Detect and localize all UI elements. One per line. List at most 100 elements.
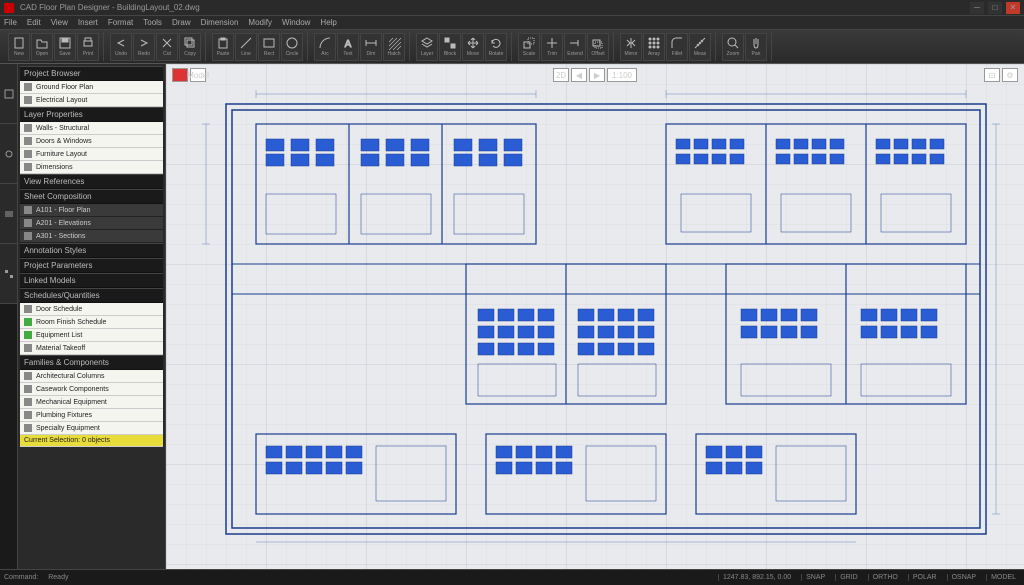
panel-header[interactable]: Schedules/Quantities <box>20 288 163 303</box>
status-grid-toggle[interactable]: GRID <box>835 574 862 581</box>
canvas-record-button[interactable] <box>172 68 188 82</box>
menu-format[interactable]: Format <box>108 18 133 27</box>
sidebar-tab-project[interactable] <box>0 64 17 124</box>
fillet-button[interactable]: Fillet <box>666 33 688 61</box>
menu-view[interactable]: View <box>51 18 68 27</box>
panel-item-label: Electrical Layout <box>36 97 87 104</box>
circle-button[interactable]: Circle <box>281 33 303 61</box>
panel-header[interactable]: Linked Models <box>20 273 163 288</box>
trim-button[interactable]: Trim <box>541 33 563 61</box>
panel-item[interactable]: Walls - Structural <box>20 122 163 135</box>
new-button[interactable]: New <box>8 33 30 61</box>
extend-button[interactable]: Extend <box>564 33 586 61</box>
panel-item[interactable]: Door Schedule <box>20 303 163 316</box>
zoom-button[interactable]: Zoom <box>722 33 744 61</box>
panel-item[interactable]: Dimensions <box>20 161 163 174</box>
array-button[interactable]: Array <box>643 33 665 61</box>
text-button[interactable]: AText <box>337 33 359 61</box>
status-ortho-toggle[interactable]: ORTHO <box>868 574 902 581</box>
maximize-button[interactable]: □ <box>988 2 1002 14</box>
panel-item[interactable]: Electrical Layout <box>20 94 163 107</box>
canvas-scale[interactable]: 1:100 <box>607 68 637 82</box>
status-snap-toggle[interactable]: SNAP <box>801 574 829 581</box>
status-command-label: Command: <box>4 574 38 581</box>
menu-dimension[interactable]: Dimension <box>201 18 239 27</box>
panel-item[interactable]: Doors & Windows <box>20 135 163 148</box>
minimize-button[interactable]: ─ <box>970 2 984 14</box>
open-button[interactable]: Open <box>31 33 53 61</box>
rotate-button[interactable]: Rotate <box>485 33 507 61</box>
panel-item[interactable]: Material Takeoff <box>20 342 163 355</box>
menu-file[interactable]: File <box>4 18 17 27</box>
panel-item[interactable]: Specialty Equipment <box>20 422 163 435</box>
hatch-button[interactable]: Hatch <box>383 33 405 61</box>
line-button[interactable]: Line <box>235 33 257 61</box>
pan-button[interactable]: Pan <box>745 33 767 61</box>
dim-icon <box>364 36 378 50</box>
panel-item[interactable]: Room Finish Schedule <box>20 316 163 329</box>
menu-modify[interactable]: Modify <box>248 18 272 27</box>
zoom-icon <box>726 36 740 50</box>
panel-header[interactable]: Project Browser <box>20 66 163 81</box>
rect-button[interactable]: Rect <box>258 33 280 61</box>
panel-item[interactable]: Mechanical Equipment <box>20 396 163 409</box>
undo-label: Undo <box>115 51 127 57</box>
paste-button[interactable]: Paste <box>212 33 234 61</box>
fillet-label: Fillet <box>672 51 683 57</box>
canvas-view-next[interactable]: ▶ <box>589 68 605 82</box>
move-button[interactable]: Move <box>462 33 484 61</box>
copy-button[interactable]: Copy <box>179 33 201 61</box>
dim-button[interactable]: Dim <box>360 33 382 61</box>
status-polar-toggle[interactable]: POLAR <box>908 574 941 581</box>
panel-header[interactable]: Families & Components <box>20 355 163 370</box>
canvas-view-prev[interactable]: ◀ <box>571 68 587 82</box>
panel-item[interactable]: Architectural Columns <box>20 370 163 383</box>
save-button[interactable]: Save <box>54 33 76 61</box>
mirror-button[interactable]: Mirror <box>620 33 642 61</box>
panel-header[interactable]: Project Parameters <box>20 258 163 273</box>
drawing-canvas[interactable] <box>166 64 1024 569</box>
panel-header[interactable]: Layer Properties <box>20 107 163 122</box>
cut-button[interactable]: Cut <box>156 33 178 61</box>
close-button[interactable]: ✕ <box>1006 2 1020 14</box>
canvas-zoom-fit[interactable]: ⊡ <box>984 68 1000 82</box>
menu-help[interactable]: Help <box>320 18 336 27</box>
panel-header[interactable]: Sheet Composition <box>20 189 163 204</box>
array-label: Array <box>648 51 660 57</box>
measure-button[interactable]: Meas <box>689 33 711 61</box>
canvas-view-2d[interactable]: 2D <box>553 68 569 82</box>
layer-icon <box>24 344 32 352</box>
scale-button[interactable]: Scale <box>518 33 540 61</box>
sidebar-tab-properties[interactable] <box>0 124 17 184</box>
status-model-toggle[interactable]: MODEL <box>986 574 1020 581</box>
menu-tools[interactable]: Tools <box>143 18 162 27</box>
arc-button[interactable]: Arc <box>314 33 336 61</box>
panel-item[interactable]: A101 - Floor Plan <box>20 204 163 217</box>
menu-edit[interactable]: Edit <box>27 18 41 27</box>
status-osnap-toggle[interactable]: OSNAP <box>947 574 981 581</box>
print-button[interactable]: Print <box>77 33 99 61</box>
canvas-tab-model[interactable]: Model <box>190 68 206 82</box>
panel-header[interactable]: Annotation Styles <box>20 243 163 258</box>
panel-item[interactable]: A301 - Sections <box>20 230 163 243</box>
panel-item[interactable]: A201 - Elevations <box>20 217 163 230</box>
sidebar-tab-blocks[interactable] <box>0 244 17 304</box>
panel-item[interactable]: Plumbing Fixtures <box>20 409 163 422</box>
panel-header[interactable]: View References <box>20 174 163 189</box>
panel-item[interactable]: Casework Components <box>20 383 163 396</box>
redo-label: Redo <box>138 51 150 57</box>
block-button[interactable]: Block <box>439 33 461 61</box>
panel-item[interactable]: Ground Floor Plan <box>20 81 163 94</box>
canvas-settings[interactable]: ⚙ <box>1002 68 1018 82</box>
redo-button[interactable]: Redo <box>133 33 155 61</box>
menu-insert[interactable]: Insert <box>78 18 98 27</box>
menu-draw[interactable]: Draw <box>172 18 191 27</box>
panel-item[interactable]: Furniture Layout <box>20 148 163 161</box>
layer-button[interactable]: Layer <box>416 33 438 61</box>
offset-button[interactable]: Offset <box>587 33 609 61</box>
panel-item-label: Plumbing Fixtures <box>36 412 92 419</box>
menu-window[interactable]: Window <box>282 18 310 27</box>
sidebar-tab-layers[interactable] <box>0 184 17 244</box>
undo-button[interactable]: Undo <box>110 33 132 61</box>
panel-item[interactable]: Equipment List <box>20 329 163 342</box>
